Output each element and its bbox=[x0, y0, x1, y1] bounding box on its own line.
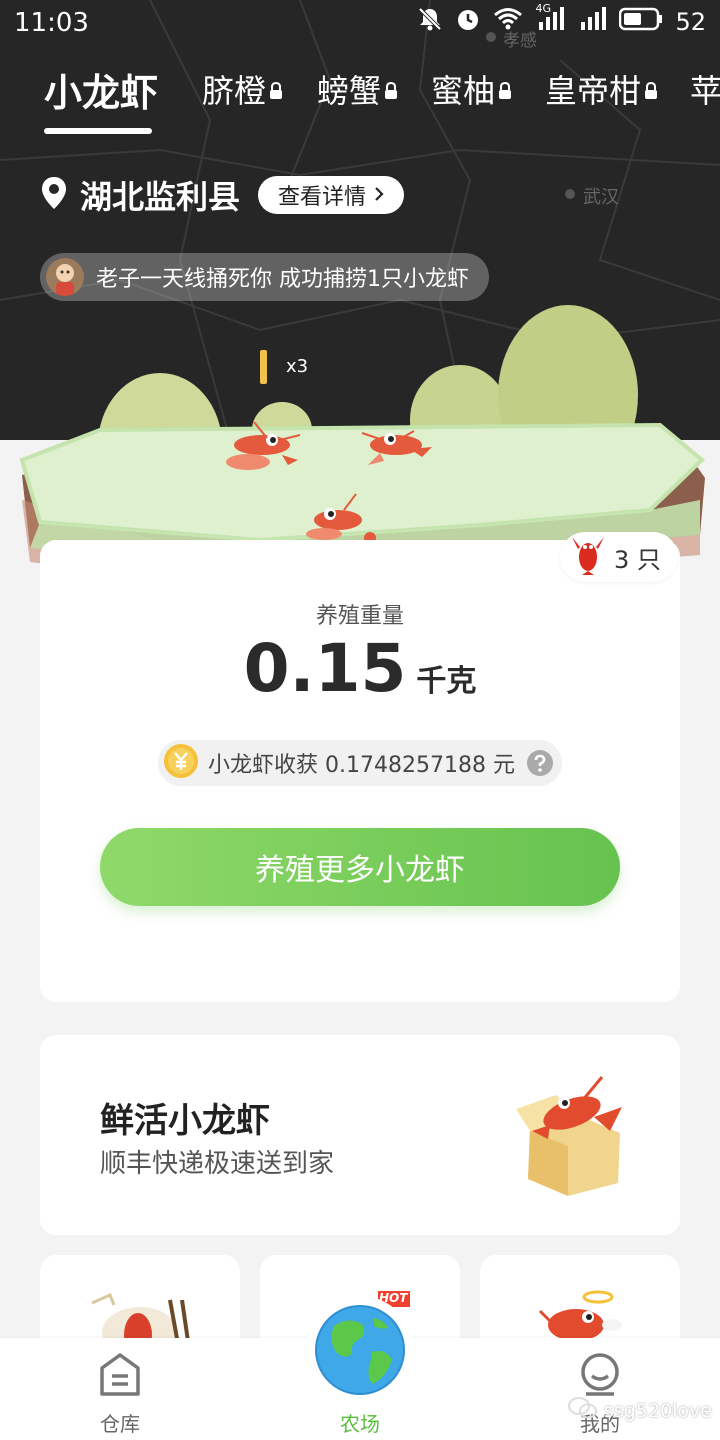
status-bar: 11:03 4G 52 bbox=[0, 0, 720, 48]
category-tabs: 小龙虾 脐橙 螃蟹 蜜柚 皇帝柑 苹 bbox=[0, 58, 720, 138]
harvest-earnings: 小龙虾收获 0.1748257188 元 bbox=[158, 740, 562, 786]
warehouse-icon bbox=[98, 1352, 142, 1402]
tab-mandarin[interactable]: 皇帝柑 bbox=[545, 66, 658, 112]
activity-ticker: 老子一天线捅死你 成功捕捞1只小龙虾 bbox=[40, 253, 489, 301]
weight-label: 养殖重量 bbox=[315, 604, 404, 629]
mute-icon bbox=[417, 6, 443, 38]
weight-unit: 千克 bbox=[416, 664, 477, 699]
tab-pomelo[interactable]: 蜜柚 bbox=[431, 66, 512, 112]
promo-subtitle: 顺丰快递极速送到家 bbox=[100, 1149, 335, 1179]
cell-signal-4g-icon: 4G bbox=[535, 2, 565, 38]
battery-level: 52 bbox=[675, 8, 706, 36]
nav-warehouse-label: 仓库 bbox=[100, 1412, 140, 1436]
status-time: 11:03 bbox=[14, 8, 89, 38]
tab-navel-orange[interactable]: 脐橙 bbox=[202, 66, 283, 112]
crayfish-icon bbox=[570, 535, 606, 579]
cta-label: 养殖更多小龙虾 bbox=[255, 853, 465, 888]
crayfish-box-icon bbox=[510, 1071, 640, 1205]
watermark-text: ssg520love bbox=[604, 1399, 712, 1422]
harvest-amount: 小龙虾收获 0.1748257188 元 bbox=[208, 753, 515, 778]
lock-icon bbox=[498, 70, 512, 108]
tab-crayfish[interactable]: 小龙虾 bbox=[44, 62, 158, 117]
view-details-label: 查看详情 bbox=[278, 185, 367, 210]
promo-title: 鲜活小龙虾 bbox=[100, 1101, 270, 1141]
crayfish-count-badge: 3 只 bbox=[560, 532, 678, 582]
location-pin-icon bbox=[40, 176, 68, 214]
lock-icon bbox=[644, 70, 658, 108]
fresh-crayfish-promo-card[interactable]: 鲜活小龙虾 顺丰快递极速送到家 bbox=[40, 1035, 680, 1235]
avatar bbox=[46, 258, 84, 296]
weight-value: 0.15 bbox=[243, 630, 407, 707]
tab-label: 螃蟹 bbox=[317, 72, 382, 110]
view-details-button[interactable]: 查看详情 bbox=[258, 176, 405, 214]
crayfish-count: 3 只 bbox=[614, 545, 661, 574]
profile-icon bbox=[578, 1352, 622, 1402]
tab-label: 脐橙 bbox=[202, 72, 267, 110]
chevron-right-icon bbox=[374, 183, 384, 208]
wifi-icon bbox=[493, 7, 523, 37]
yuan-coin-icon bbox=[162, 742, 200, 784]
tab-label: 皇帝柑 bbox=[545, 72, 642, 110]
cell-signal-icon bbox=[577, 6, 607, 38]
location-row: 湖北监利县 查看详情 bbox=[40, 172, 405, 218]
coin-multiplier: x3 bbox=[286, 356, 309, 377]
tab-apple[interactable]: 苹 bbox=[690, 66, 720, 112]
map-city-label: 武汉 bbox=[583, 187, 619, 208]
lock-icon bbox=[384, 70, 398, 108]
lock-icon bbox=[269, 70, 283, 108]
wechat-icon bbox=[568, 1396, 598, 1425]
nav-farm-label: 农场 bbox=[340, 1412, 380, 1436]
nav-warehouse[interactable]: 仓库 bbox=[60, 1338, 180, 1440]
raise-more-crayfish-button[interactable]: 养殖更多小龙虾 bbox=[100, 828, 620, 906]
watermark: ssg520love bbox=[568, 1396, 712, 1425]
tab-label: 小龙虾 bbox=[44, 71, 159, 115]
tab-crab[interactable]: 螃蟹 bbox=[317, 66, 398, 112]
network-type: 4G bbox=[535, 2, 551, 15]
tab-active-indicator bbox=[44, 128, 152, 134]
globe-icon bbox=[315, 1305, 405, 1395]
battery-icon bbox=[619, 7, 663, 37]
weight-display: 0.15 千克 bbox=[0, 630, 720, 707]
location-title: 湖北监利县 bbox=[80, 178, 241, 216]
alarm-icon bbox=[455, 6, 481, 38]
tab-label: 蜜柚 bbox=[431, 72, 496, 110]
tab-label: 苹 bbox=[690, 72, 720, 110]
help-icon[interactable] bbox=[526, 749, 554, 781]
farm-globe-button[interactable] bbox=[306, 1296, 414, 1404]
ticker-message: 老子一天线捅死你 成功捕捞1只小龙虾 bbox=[96, 267, 469, 292]
